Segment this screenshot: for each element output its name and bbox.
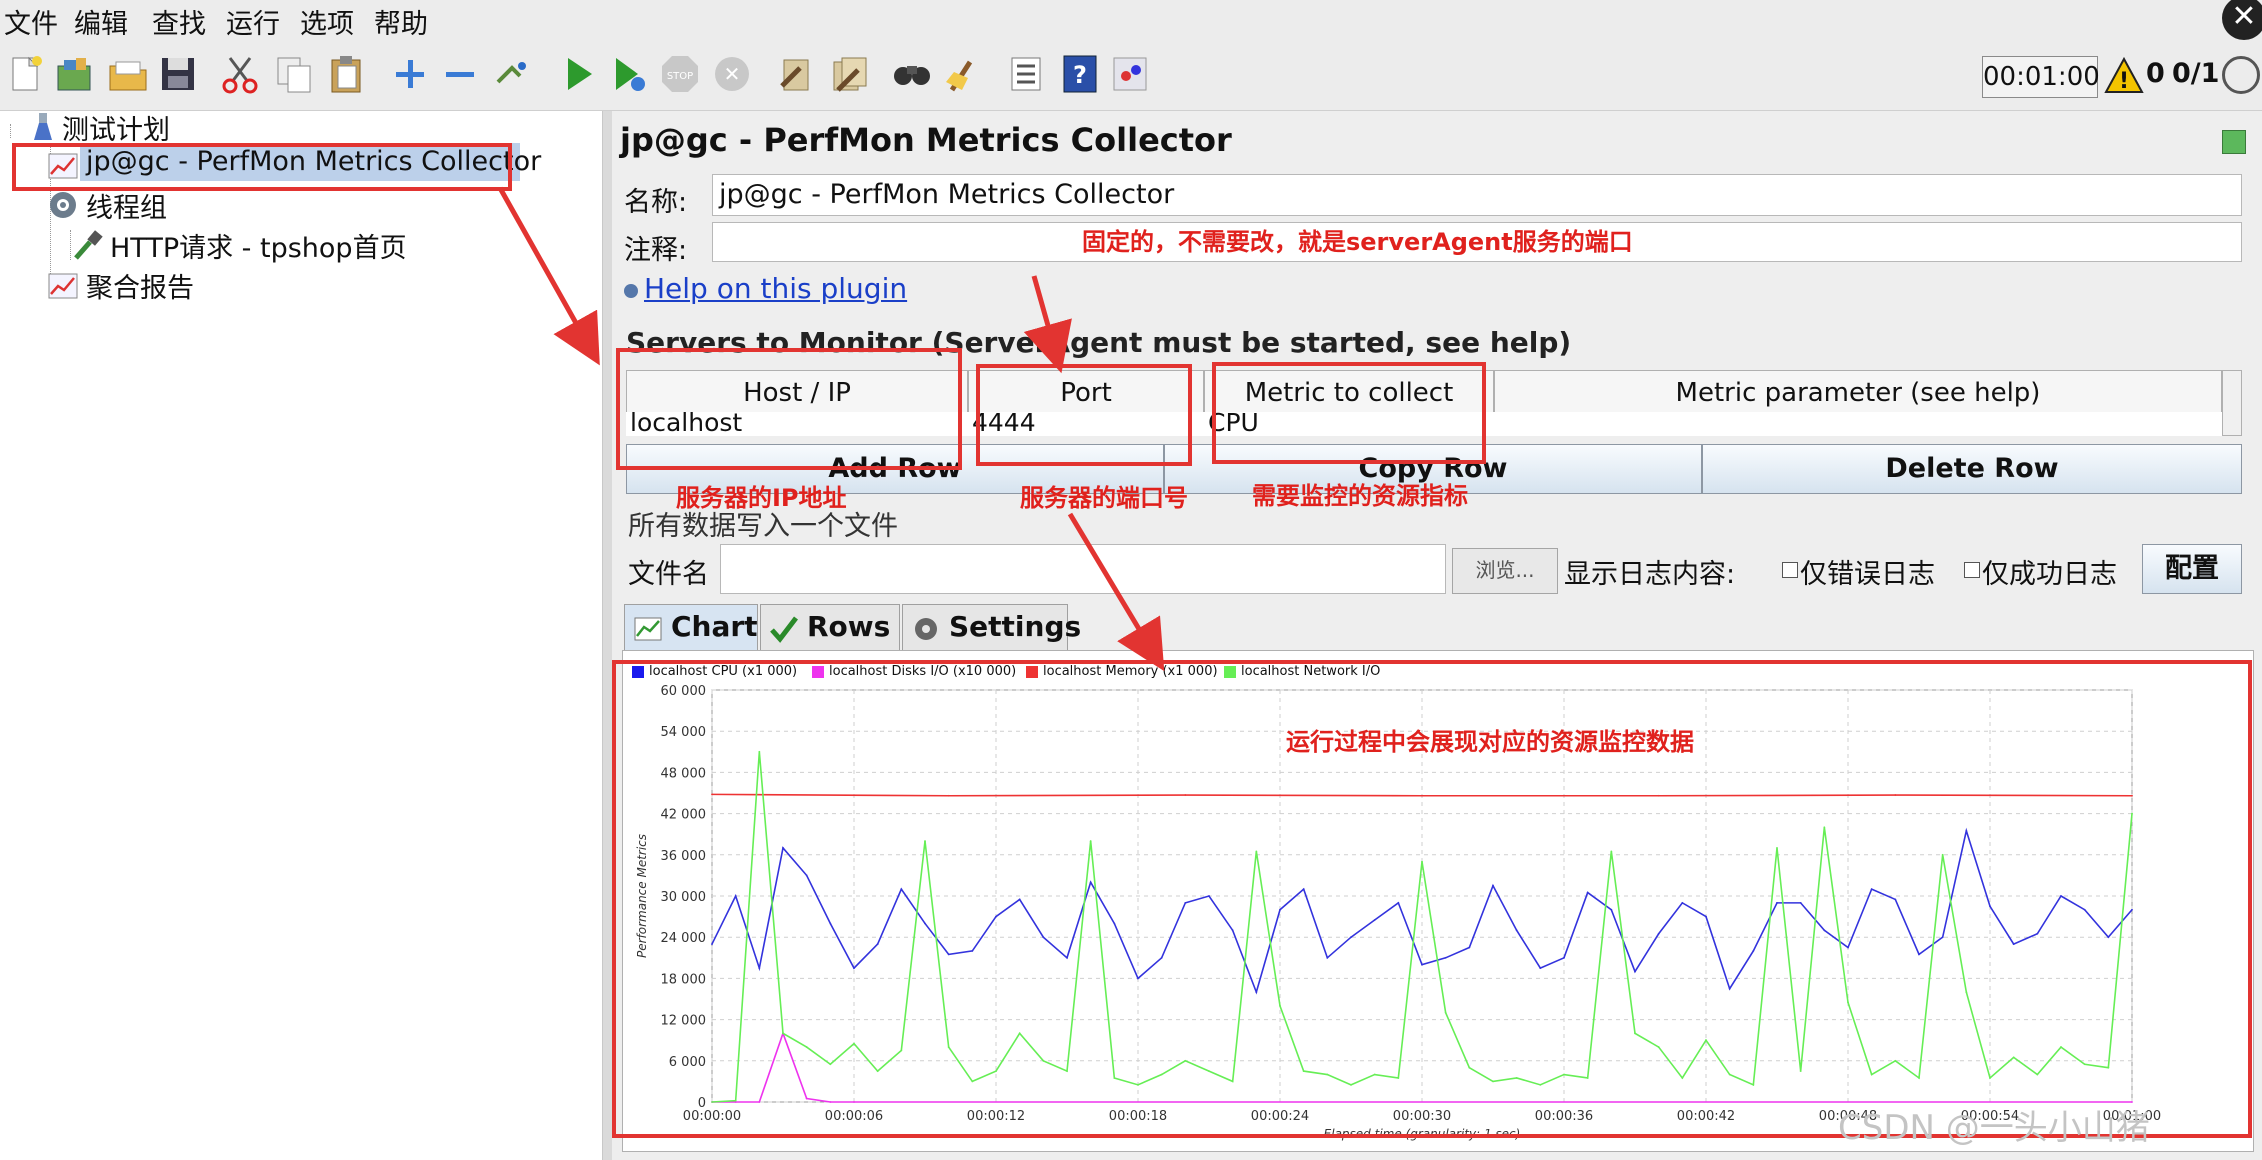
paste-icon[interactable] bbox=[324, 52, 368, 96]
close-icon[interactable]: ✕ bbox=[2222, 0, 2262, 40]
info-icon bbox=[624, 284, 638, 298]
tab-chart[interactable]: Chart bbox=[624, 604, 758, 650]
help-icon[interactable]: ? bbox=[1058, 52, 1102, 96]
log-label: 显示日志内容: bbox=[1564, 559, 1736, 590]
success-only-checkbox[interactable] bbox=[1964, 562, 1980, 578]
browse-button[interactable]: 浏览... bbox=[1452, 548, 1558, 594]
delete-row-button[interactable]: Delete Row bbox=[1702, 444, 2242, 494]
expand-icon[interactable] bbox=[388, 52, 432, 96]
shutdown-icon[interactable]: ✕ bbox=[710, 52, 754, 96]
warning-icon[interactable]: ! bbox=[2104, 56, 2144, 96]
tree-connector bbox=[10, 124, 11, 138]
tab-rows[interactable]: Rows bbox=[760, 604, 900, 650]
toggle-icon[interactable] bbox=[490, 52, 534, 96]
page-title: jp@gc - PerfMon Metrics Collector bbox=[620, 121, 1232, 159]
search-icon[interactable] bbox=[890, 52, 934, 96]
elapsed-timer: 00:01:00 bbox=[1982, 56, 2100, 98]
menu-help[interactable]: 帮助 bbox=[374, 2, 428, 41]
collapse-icon[interactable] bbox=[438, 52, 482, 96]
menu-file[interactable]: 文件 bbox=[4, 2, 58, 41]
save-icon[interactable] bbox=[156, 52, 200, 96]
annotation-chart-note: 运行过程中会展现对应的资源监控数据 bbox=[1286, 728, 1694, 756]
graph-icon bbox=[46, 268, 80, 302]
function-helper-icon[interactable] bbox=[1004, 52, 1048, 96]
toolbar: STOP ✕ ? bbox=[0, 40, 2262, 111]
col-metric-param[interactable]: Metric parameter (see help) bbox=[1494, 370, 2222, 414]
annotation-metric-note: 需要监控的资源指标 bbox=[1252, 482, 1468, 510]
annotation-host-note: 服务器的IP地址 bbox=[676, 484, 847, 512]
menu-options[interactable]: 选项 bbox=[300, 2, 354, 41]
grid-scrollbar[interactable] bbox=[2222, 370, 2242, 436]
annotation-box-metric bbox=[1212, 362, 1486, 464]
warning-count: 0 bbox=[2146, 58, 2165, 89]
remote-icon[interactable] bbox=[1108, 52, 1152, 96]
thread-count: 0/1 bbox=[2172, 58, 2220, 89]
cell-metric-param[interactable] bbox=[1494, 412, 2222, 436]
checkmark-icon bbox=[769, 613, 799, 643]
success-only-label: 仅成功日志 bbox=[1982, 559, 2117, 590]
menu-search[interactable]: 查找 bbox=[152, 2, 206, 41]
menu-edit[interactable]: 编辑 bbox=[74, 2, 128, 41]
configure-button[interactable]: 配置 bbox=[2142, 544, 2242, 594]
annotation-port-num-note: 服务器的端口号 bbox=[1020, 484, 1188, 512]
help-link[interactable]: Help on this plugin bbox=[644, 272, 907, 305]
start-icon[interactable] bbox=[556, 52, 600, 96]
errors-only-label: 仅错误日志 bbox=[1800, 559, 1935, 590]
svg-text:✕: ✕ bbox=[724, 62, 741, 86]
filename-label: 文件名 bbox=[628, 559, 709, 590]
annotation-box-host bbox=[616, 348, 962, 470]
annotation-box-port bbox=[976, 364, 1192, 466]
gear-icon bbox=[46, 188, 80, 222]
annotation-box-tree bbox=[12, 143, 512, 191]
stop-icon[interactable]: STOP bbox=[658, 52, 702, 96]
menu-bar: 文件 编辑 查找 运行 选项 帮助 bbox=[0, 0, 2262, 40]
copy-icon[interactable] bbox=[272, 52, 316, 96]
templates-icon[interactable] bbox=[52, 52, 96, 96]
maximize-icon[interactable] bbox=[2222, 130, 2246, 154]
status-icon bbox=[2222, 56, 2260, 94]
name-label: 名称: bbox=[624, 187, 688, 218]
name-field[interactable]: jp@gc - PerfMon Metrics Collector bbox=[712, 174, 2242, 216]
pipette-icon bbox=[70, 228, 104, 262]
svg-text:STOP: STOP bbox=[667, 71, 693, 82]
svg-text:!: ! bbox=[2119, 69, 2129, 94]
errors-only-checkbox[interactable] bbox=[1782, 562, 1798, 578]
chart-icon bbox=[633, 613, 663, 643]
watermark: CSDN @一头小山猪 bbox=[1838, 1108, 2150, 1148]
tab-settings[interactable]: Settings bbox=[902, 604, 1081, 650]
svg-text:?: ? bbox=[1073, 61, 1087, 89]
clear-icon[interactable] bbox=[774, 52, 818, 96]
reset-search-icon[interactable] bbox=[942, 52, 986, 96]
cut-icon[interactable] bbox=[218, 52, 262, 96]
flask-icon bbox=[26, 110, 60, 144]
annotation-port-note: 固定的，不需要改，就是serverAgent服务的端口 bbox=[1082, 228, 1633, 256]
menu-run[interactable]: 运行 bbox=[226, 2, 280, 41]
gear-icon bbox=[911, 613, 941, 643]
clear-all-icon[interactable] bbox=[828, 52, 872, 96]
filename-input[interactable] bbox=[720, 544, 1446, 594]
open-icon[interactable] bbox=[106, 52, 150, 96]
new-icon[interactable] bbox=[4, 52, 48, 96]
comment-label: 注释: bbox=[624, 235, 688, 266]
start-no-pause-icon[interactable] bbox=[606, 52, 650, 96]
